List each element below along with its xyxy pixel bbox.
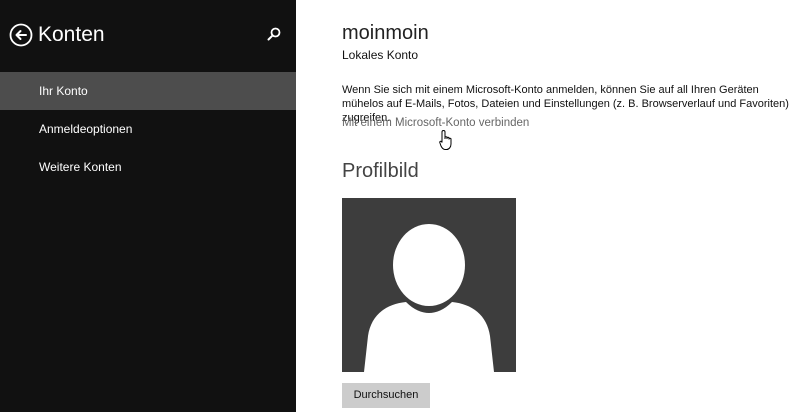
sidebar-item-ihr-konto[interactable]: Ihr Konto <box>0 72 296 110</box>
profile-picture-heading: Profilbild <box>342 160 419 182</box>
account-type: Lokales Konto <box>342 48 419 62</box>
back-arrow-icon[interactable] <box>9 23 33 47</box>
sidebar: Konten Ihr Konto Anmeldeoptionen Weitere… <box>0 0 296 412</box>
browse-button[interactable]: Durchsuchen <box>342 383 430 408</box>
hand-cursor-icon <box>439 129 455 151</box>
sidebar-item-anmeldeoptionen[interactable]: Anmeldeoptionen <box>0 110 296 148</box>
sidebar-title: Konten <box>38 23 105 46</box>
connect-microsoft-account-link[interactable]: Mit einem Microsoft-Konto verbinden <box>342 117 529 129</box>
search-icon[interactable] <box>265 26 283 44</box>
sidebar-item-weitere-konten[interactable]: Weitere Konten <box>0 148 296 186</box>
user-silhouette-icon <box>364 224 494 372</box>
account-username: moinmoin <box>342 22 429 44</box>
profile-picture <box>342 198 516 372</box>
